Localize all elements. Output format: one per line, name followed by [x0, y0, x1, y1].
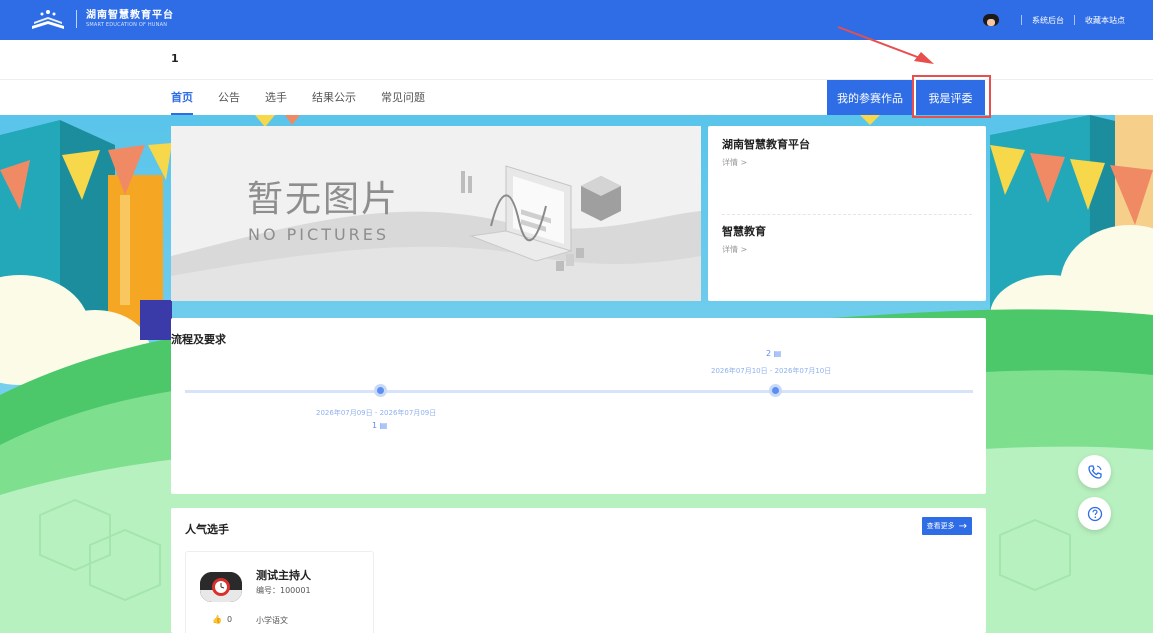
timeline-step-label: 2 ▤	[766, 349, 782, 358]
separator	[1074, 15, 1075, 25]
contestant-card[interactable]: 测试主持人 编号：100001 👍 0 小学语文	[185, 551, 374, 633]
nav-tabs: 首页 公告 选手 结果公示 常见问题	[171, 80, 450, 115]
arrow-right-icon: →	[958, 520, 967, 532]
contestant-name: 测试主持人	[256, 569, 311, 582]
timeline-node[interactable]	[374, 384, 387, 397]
banner-text-cn: 暂无图片	[247, 179, 400, 220]
news-divider	[722, 214, 972, 215]
news-title: 湖南智慧教育平台	[722, 138, 810, 151]
timeline-track	[185, 390, 973, 393]
logo-text: 湖南智慧教育平台 SMART EDUCATION OF HUNAN	[86, 9, 174, 28]
contestant-avatar	[200, 572, 242, 602]
contestant-subject: 小学语文	[256, 616, 288, 625]
process-title: 流程及要求	[171, 333, 226, 346]
top-bar: 湖南智慧教育平台 SMART EDUCATION OF HUNAN 系统后台 收…	[0, 0, 1153, 40]
site-logo[interactable]: 湖南智慧教育平台 SMART EDUCATION OF HUNAN	[30, 8, 174, 30]
news-item[interactable]: 湖南智慧教育平台 详情 >	[722, 136, 810, 168]
logo-divider	[76, 10, 77, 28]
contact-button[interactable]	[1078, 455, 1111, 488]
news-detail-link[interactable]: 详情 >	[722, 244, 766, 255]
help-button[interactable]	[1078, 497, 1111, 530]
like-count[interactable]: 👍 0	[212, 615, 232, 624]
judge-highlight-box	[912, 75, 991, 118]
top-right-menu: 系统后台 收藏本站点	[983, 0, 1125, 40]
popular-panel: 人气选手 查看更多 → 测试主持人 编号：100001 👍 0 小学语文	[171, 508, 986, 633]
tab-announcements[interactable]: 公告	[218, 80, 240, 115]
popular-title: 人气选手	[185, 523, 229, 536]
news-title: 智慧教育	[722, 225, 766, 238]
like-count-value: 0	[226, 615, 233, 624]
thumbs-up-icon: 👍	[212, 615, 222, 624]
logo-subtitle: SMART EDUCATION OF HUNAN	[86, 21, 168, 28]
banner-text-en: NO PICTURES	[248, 225, 390, 244]
tab-home[interactable]: 首页	[171, 80, 193, 115]
title-row: 1	[0, 40, 1153, 80]
page-title: 1	[171, 52, 179, 65]
my-works-button[interactable]: 我的参赛作品	[827, 80, 913, 115]
help-icon	[1087, 506, 1102, 521]
view-more-label: 查看更多	[926, 522, 955, 530]
book-logo-icon	[30, 8, 66, 30]
bookmark-link[interactable]: 收藏本站点	[1085, 15, 1125, 26]
timeline-step-label: 1 ▤	[372, 421, 388, 430]
timeline-step-date: 2026年07月10日 - 2026年07月10日	[711, 367, 832, 375]
timeline-step-date: 2026年07月09日 - 2026年07月09日	[316, 409, 437, 417]
contestant-id: 编号：100001	[256, 586, 311, 595]
news-panel: 湖南智慧教育平台 详情 > 智慧教育 详情 >	[708, 126, 986, 301]
phone-icon	[1087, 464, 1102, 479]
tab-faq[interactable]: 常见问题	[381, 80, 425, 115]
user-avatar[interactable]	[983, 14, 999, 26]
banner-carousel[interactable]: 暂无图片 NO PICTURES	[171, 126, 701, 301]
process-panel: 流程及要求 2 ▤ 2026年07月10日 - 2026年07月10日 2026…	[171, 318, 986, 494]
news-item[interactable]: 智慧教育 详情 >	[722, 223, 766, 255]
admin-link[interactable]: 系统后台	[1032, 15, 1064, 26]
timeline-node[interactable]	[769, 384, 782, 397]
separator	[1021, 15, 1022, 25]
logo-title: 湖南智慧教育平台	[86, 9, 174, 21]
news-detail-link[interactable]: 详情 >	[722, 157, 810, 168]
tab-contestants[interactable]: 选手	[265, 80, 287, 115]
view-more-button[interactable]: 查看更多 →	[921, 517, 972, 535]
tab-results[interactable]: 结果公示	[312, 80, 356, 115]
